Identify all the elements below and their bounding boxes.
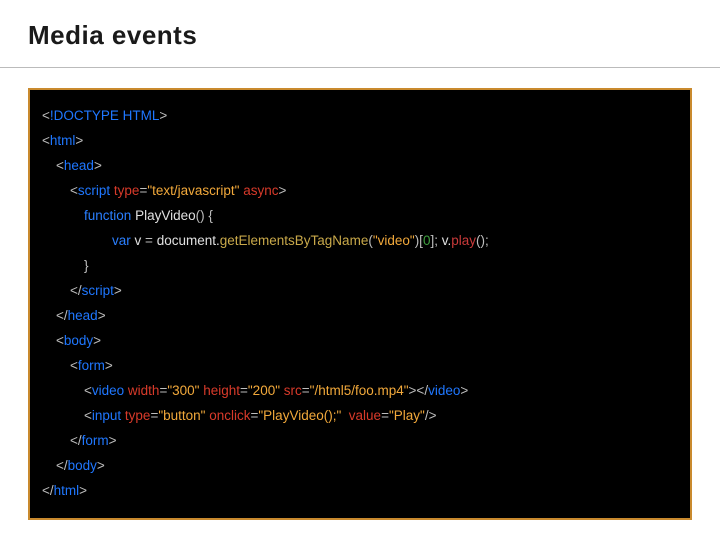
code-line: function PlayVideo() { <box>42 204 678 229</box>
code-line: </body> <box>42 454 678 479</box>
code-line: <html> <box>42 129 678 154</box>
code-line: <head> <box>42 154 678 179</box>
code-line: <body> <box>42 329 678 354</box>
slide: Media events <!DOCTYPE HTML> <html> <hea… <box>0 0 720 520</box>
code-line: <video width="300" height="200" src="/ht… <box>42 379 678 404</box>
code-line: <!DOCTYPE HTML> <box>42 104 678 129</box>
divider <box>0 67 720 68</box>
page-title: Media events <box>28 20 692 51</box>
code-line: <form> <box>42 354 678 379</box>
code-line: <script type="text/javascript" async> <box>42 179 678 204</box>
code-line: var v = document.getElementsByTagName("v… <box>42 229 678 254</box>
code-block: <!DOCTYPE HTML> <html> <head> <script ty… <box>28 88 692 520</box>
code-line: </form> <box>42 429 678 454</box>
code-line: </script> <box>42 279 678 304</box>
code-line: </html> <box>42 479 678 504</box>
code-line: } <box>42 254 678 279</box>
code-line: <input type="button" onclick="PlayVideo(… <box>42 404 678 429</box>
code-line: </head> <box>42 304 678 329</box>
